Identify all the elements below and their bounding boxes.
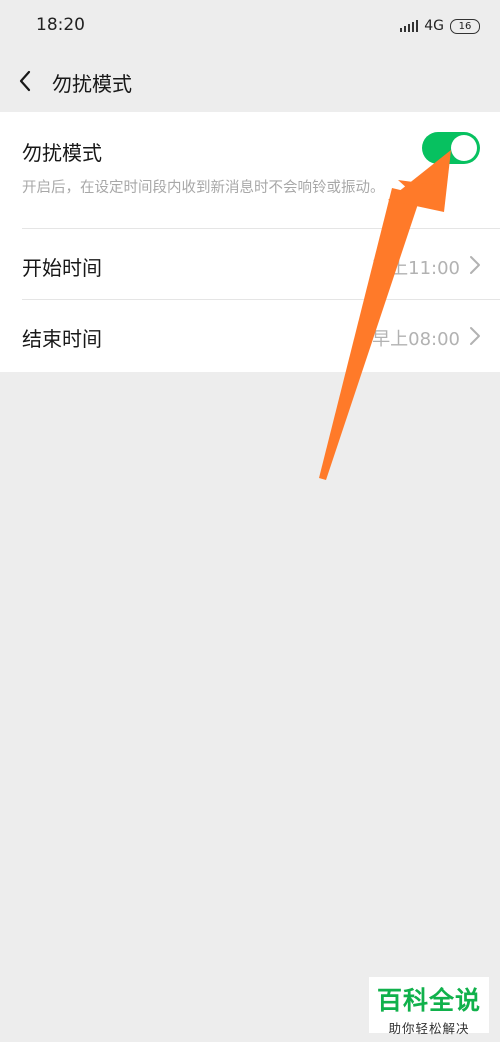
dnd-description: 开启后，在设定时间段内收到新消息时不会响铃或振动。 [22,180,385,196]
status-bar: 18:20 4G 16 [0,0,500,50]
start-time-row[interactable]: 开始时间 晚上11:00 [0,229,500,299]
start-time-value: 晚上11:00 [372,258,460,279]
end-time-label: 结束时间 [22,327,102,351]
page-title: 勿扰模式 [52,72,132,96]
chevron-right-icon [470,327,480,345]
dnd-setting-row: 勿扰模式 开启后，在设定时间段内收到新消息时不会响铃或振动。 [0,112,500,228]
status-time: 18:20 [36,15,85,35]
end-time-value: 早上08:00 [372,329,460,350]
status-icons: 4G 16 [400,17,480,35]
battery-icon: 16 [450,18,480,34]
dnd-title: 勿扰模式 [22,141,102,165]
watermark: 百科全说 助你轻松解决 [369,977,489,1036]
toggle-knob [451,135,477,161]
network-type: 4G [424,18,444,34]
signal-icon [400,20,419,32]
watermark-title: 百科全说 [376,986,481,1015]
chevron-right-icon [470,256,480,274]
watermark-subtitle: 助你轻松解决 [388,1021,470,1036]
nav-bar: 勿扰模式 [0,50,500,112]
dnd-toggle[interactable] [422,132,480,164]
end-time-row[interactable]: 结束时间 早上08:00 [0,300,500,370]
chevron-left-icon[interactable] [12,66,42,96]
start-time-label: 开始时间 [22,256,102,280]
settings-card: 勿扰模式 开启后，在设定时间段内收到新消息时不会响铃或振动。 开始时间 晚上11… [0,112,500,372]
